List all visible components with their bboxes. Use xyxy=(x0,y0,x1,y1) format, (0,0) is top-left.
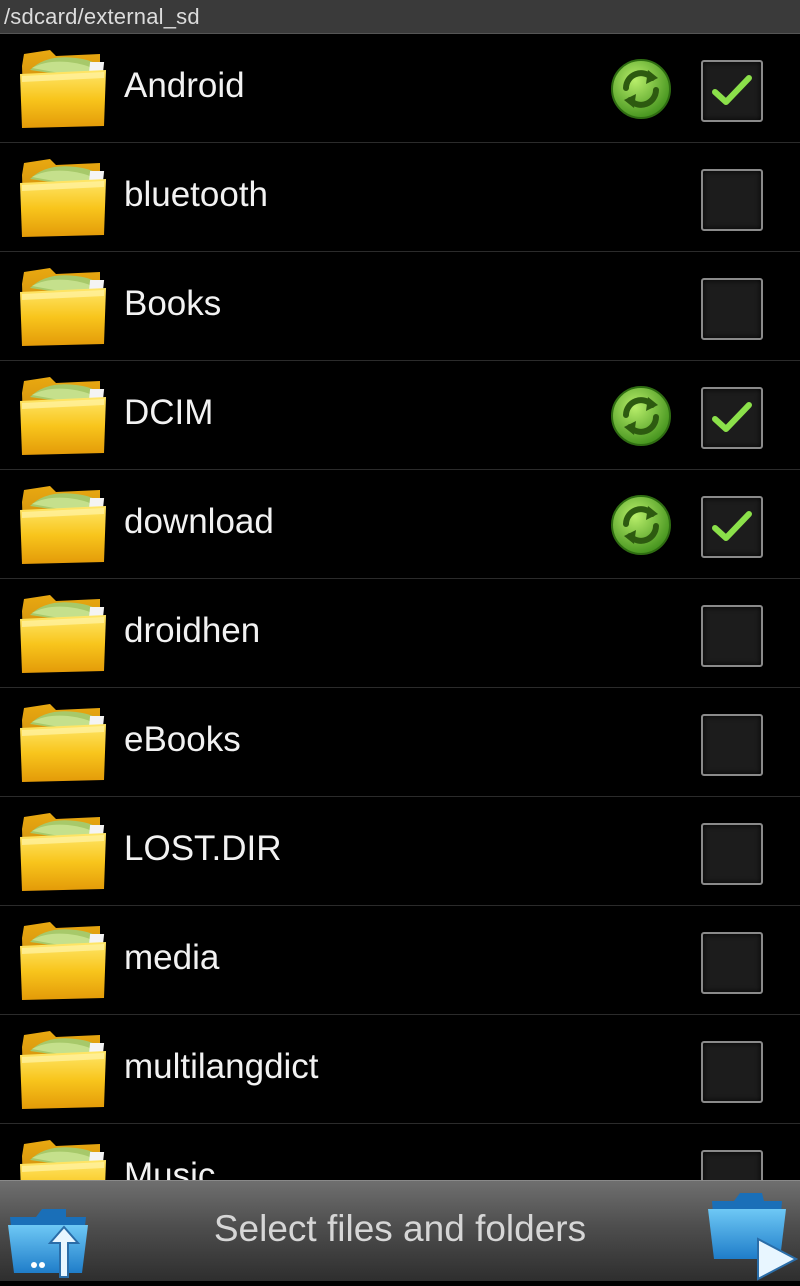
folder-icon xyxy=(16,153,112,239)
folder-checkbox[interactable] xyxy=(701,60,763,122)
bottom-bar-title: Select files and folders xyxy=(213,1208,587,1249)
folder-checkbox[interactable] xyxy=(701,496,763,558)
folder-icon xyxy=(16,44,112,130)
folder-checkbox[interactable] xyxy=(701,387,763,449)
folder-row[interactable]: eBooks xyxy=(0,688,800,797)
folder-checkbox[interactable] xyxy=(701,1150,763,1180)
folder-icon xyxy=(16,262,112,348)
folder-name: download xyxy=(124,502,274,541)
folder-name: eBooks xyxy=(124,720,241,759)
folder-checkbox[interactable] xyxy=(701,1041,763,1103)
folder-checkbox[interactable] xyxy=(701,605,763,667)
folder-row[interactable]: DCIM xyxy=(0,361,800,470)
folder-checkbox[interactable] xyxy=(701,714,763,776)
folder-icon xyxy=(16,371,112,457)
folder-name: Books xyxy=(124,284,222,323)
folder-list[interactable]: Android bluetooth Books DCIM download dr… xyxy=(0,34,800,1180)
folder-row[interactable]: Android xyxy=(0,34,800,143)
folder-checkbox[interactable] xyxy=(701,823,763,885)
folder-name: LOST.DIR xyxy=(124,829,282,868)
folder-row[interactable]: Books xyxy=(0,252,800,361)
folder-row[interactable]: bluetooth xyxy=(0,143,800,252)
folder-name: multilangdict xyxy=(124,1047,319,1086)
folder-icon xyxy=(16,1025,112,1111)
folder-name: media xyxy=(124,938,220,977)
sync-icon xyxy=(610,385,672,447)
folder-next-icon[interactable] xyxy=(702,1185,799,1281)
folder-name: droidhen xyxy=(124,611,261,650)
folder-icon xyxy=(16,698,112,784)
folder-row[interactable]: download xyxy=(0,470,800,579)
folder-name: DCIM xyxy=(124,393,214,432)
folder-name: Android xyxy=(124,66,245,105)
folder-icon xyxy=(16,807,112,893)
folder-row[interactable]: Music xyxy=(0,1124,800,1180)
folder-icon xyxy=(16,1134,112,1180)
sync-icon xyxy=(610,58,672,120)
bottom-bar: Select files and folders xyxy=(0,1180,800,1281)
path-bar: /sdcard/external_sd xyxy=(0,0,800,34)
folder-checkbox[interactable] xyxy=(701,932,763,994)
folder-row[interactable]: LOST.DIR xyxy=(0,797,800,906)
folder-icon xyxy=(16,480,112,566)
folder-checkbox[interactable] xyxy=(701,278,763,340)
folder-icon xyxy=(16,589,112,675)
folder-row[interactable]: media xyxy=(0,906,800,1015)
folder-checkbox[interactable] xyxy=(701,169,763,231)
folder-icon xyxy=(16,916,112,1002)
folder-name: Music xyxy=(124,1156,216,1180)
current-path: /sdcard/external_sd xyxy=(4,4,200,29)
sync-icon xyxy=(610,494,672,556)
folder-row[interactable]: multilangdict xyxy=(0,1015,800,1124)
folder-name: bluetooth xyxy=(124,175,269,214)
folder-row[interactable]: droidhen xyxy=(0,579,800,688)
